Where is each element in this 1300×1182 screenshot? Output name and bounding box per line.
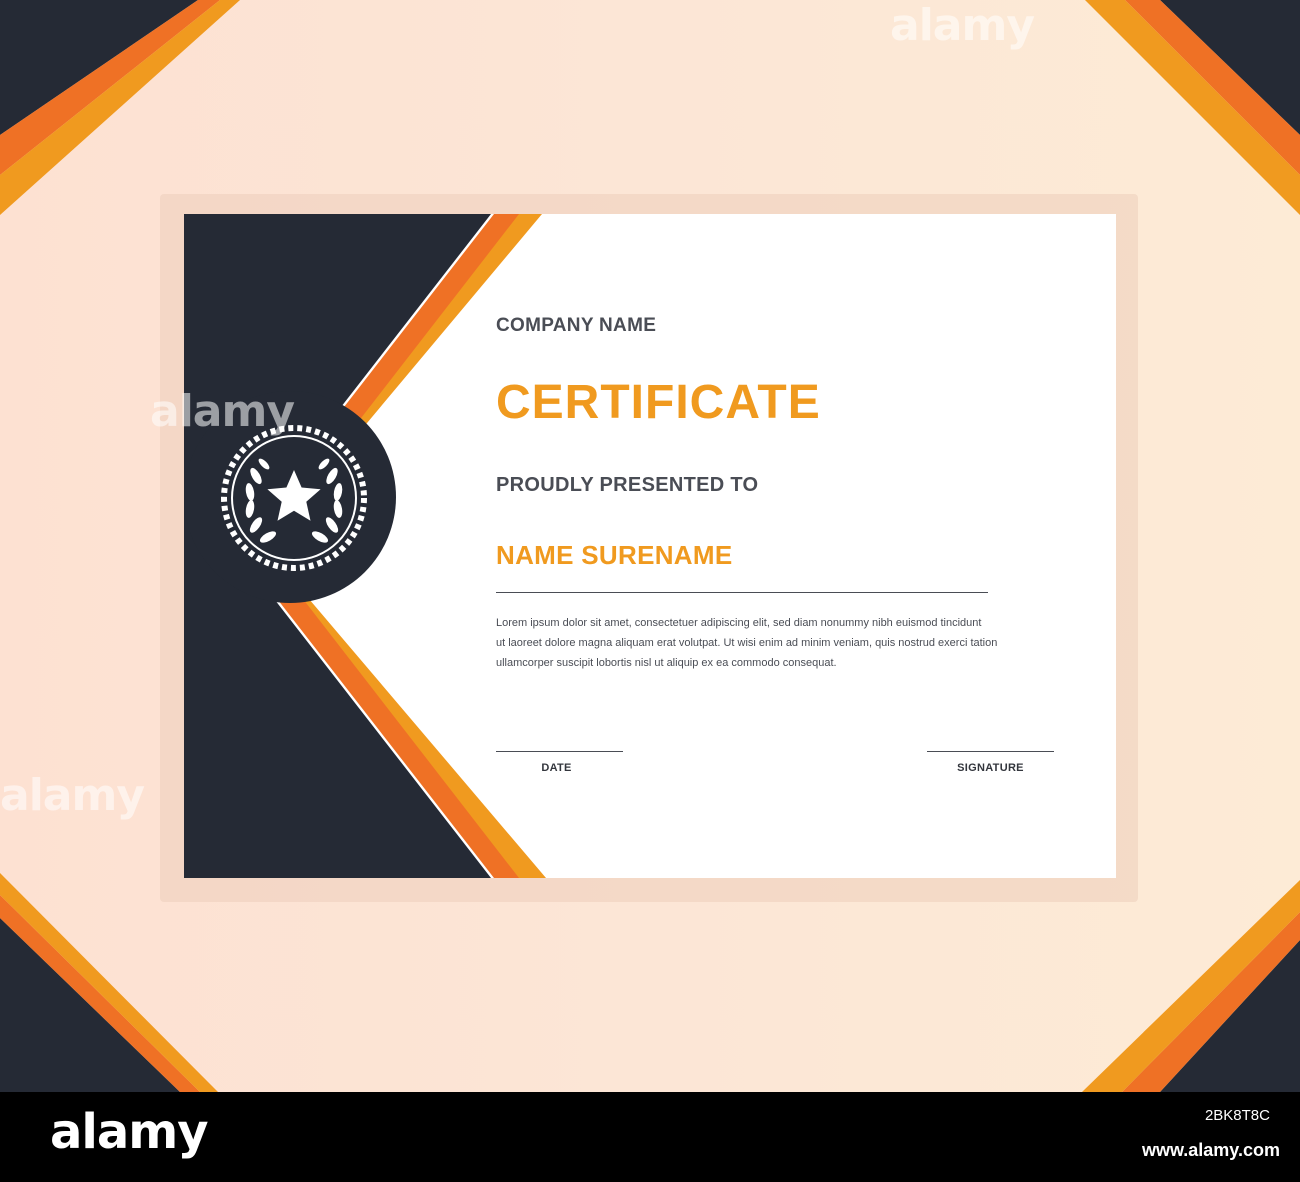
certificate: COMPANY NAME CERTIFICATE PROUDLY PRESENT… — [184, 214, 1116, 878]
body-line: ut laoreet dolore magna aliquam erat vol… — [496, 637, 998, 649]
image-id: 2BK8T8C — [1204, 1107, 1270, 1124]
body-line: ullamcorper suscipit lobortis nisl ut al… — [496, 657, 837, 669]
signature-line — [927, 751, 1054, 752]
watermark: alamy — [890, 0, 1035, 51]
date-line — [496, 751, 623, 752]
date-label: DATE — [541, 762, 572, 774]
watermark: alamy — [0, 770, 145, 821]
body-text: Lorem ipsum dolor sit amet, consectetuer… — [496, 613, 1058, 673]
footer-bar: alamy 2BK8T8C www.alamy.com — [0, 1092, 1300, 1182]
footer-url[interactable]: www.alamy.com — [1120, 1140, 1280, 1161]
name-underline — [496, 592, 988, 593]
presented-to-label: PROUDLY PRESENTED TO — [496, 474, 759, 496]
body-line: Lorem ipsum dolor sit amet, consectetuer… — [496, 617, 982, 629]
signature-label: SIGNATURE — [957, 762, 1024, 774]
recipient-name: NAME SURENAME — [496, 540, 733, 570]
company-name: COMPANY NAME — [496, 315, 657, 336]
watermark: alamy — [150, 386, 295, 437]
certificate-title: CERTIFICATE — [496, 376, 821, 429]
footer-logo: alamy — [50, 1104, 209, 1160]
